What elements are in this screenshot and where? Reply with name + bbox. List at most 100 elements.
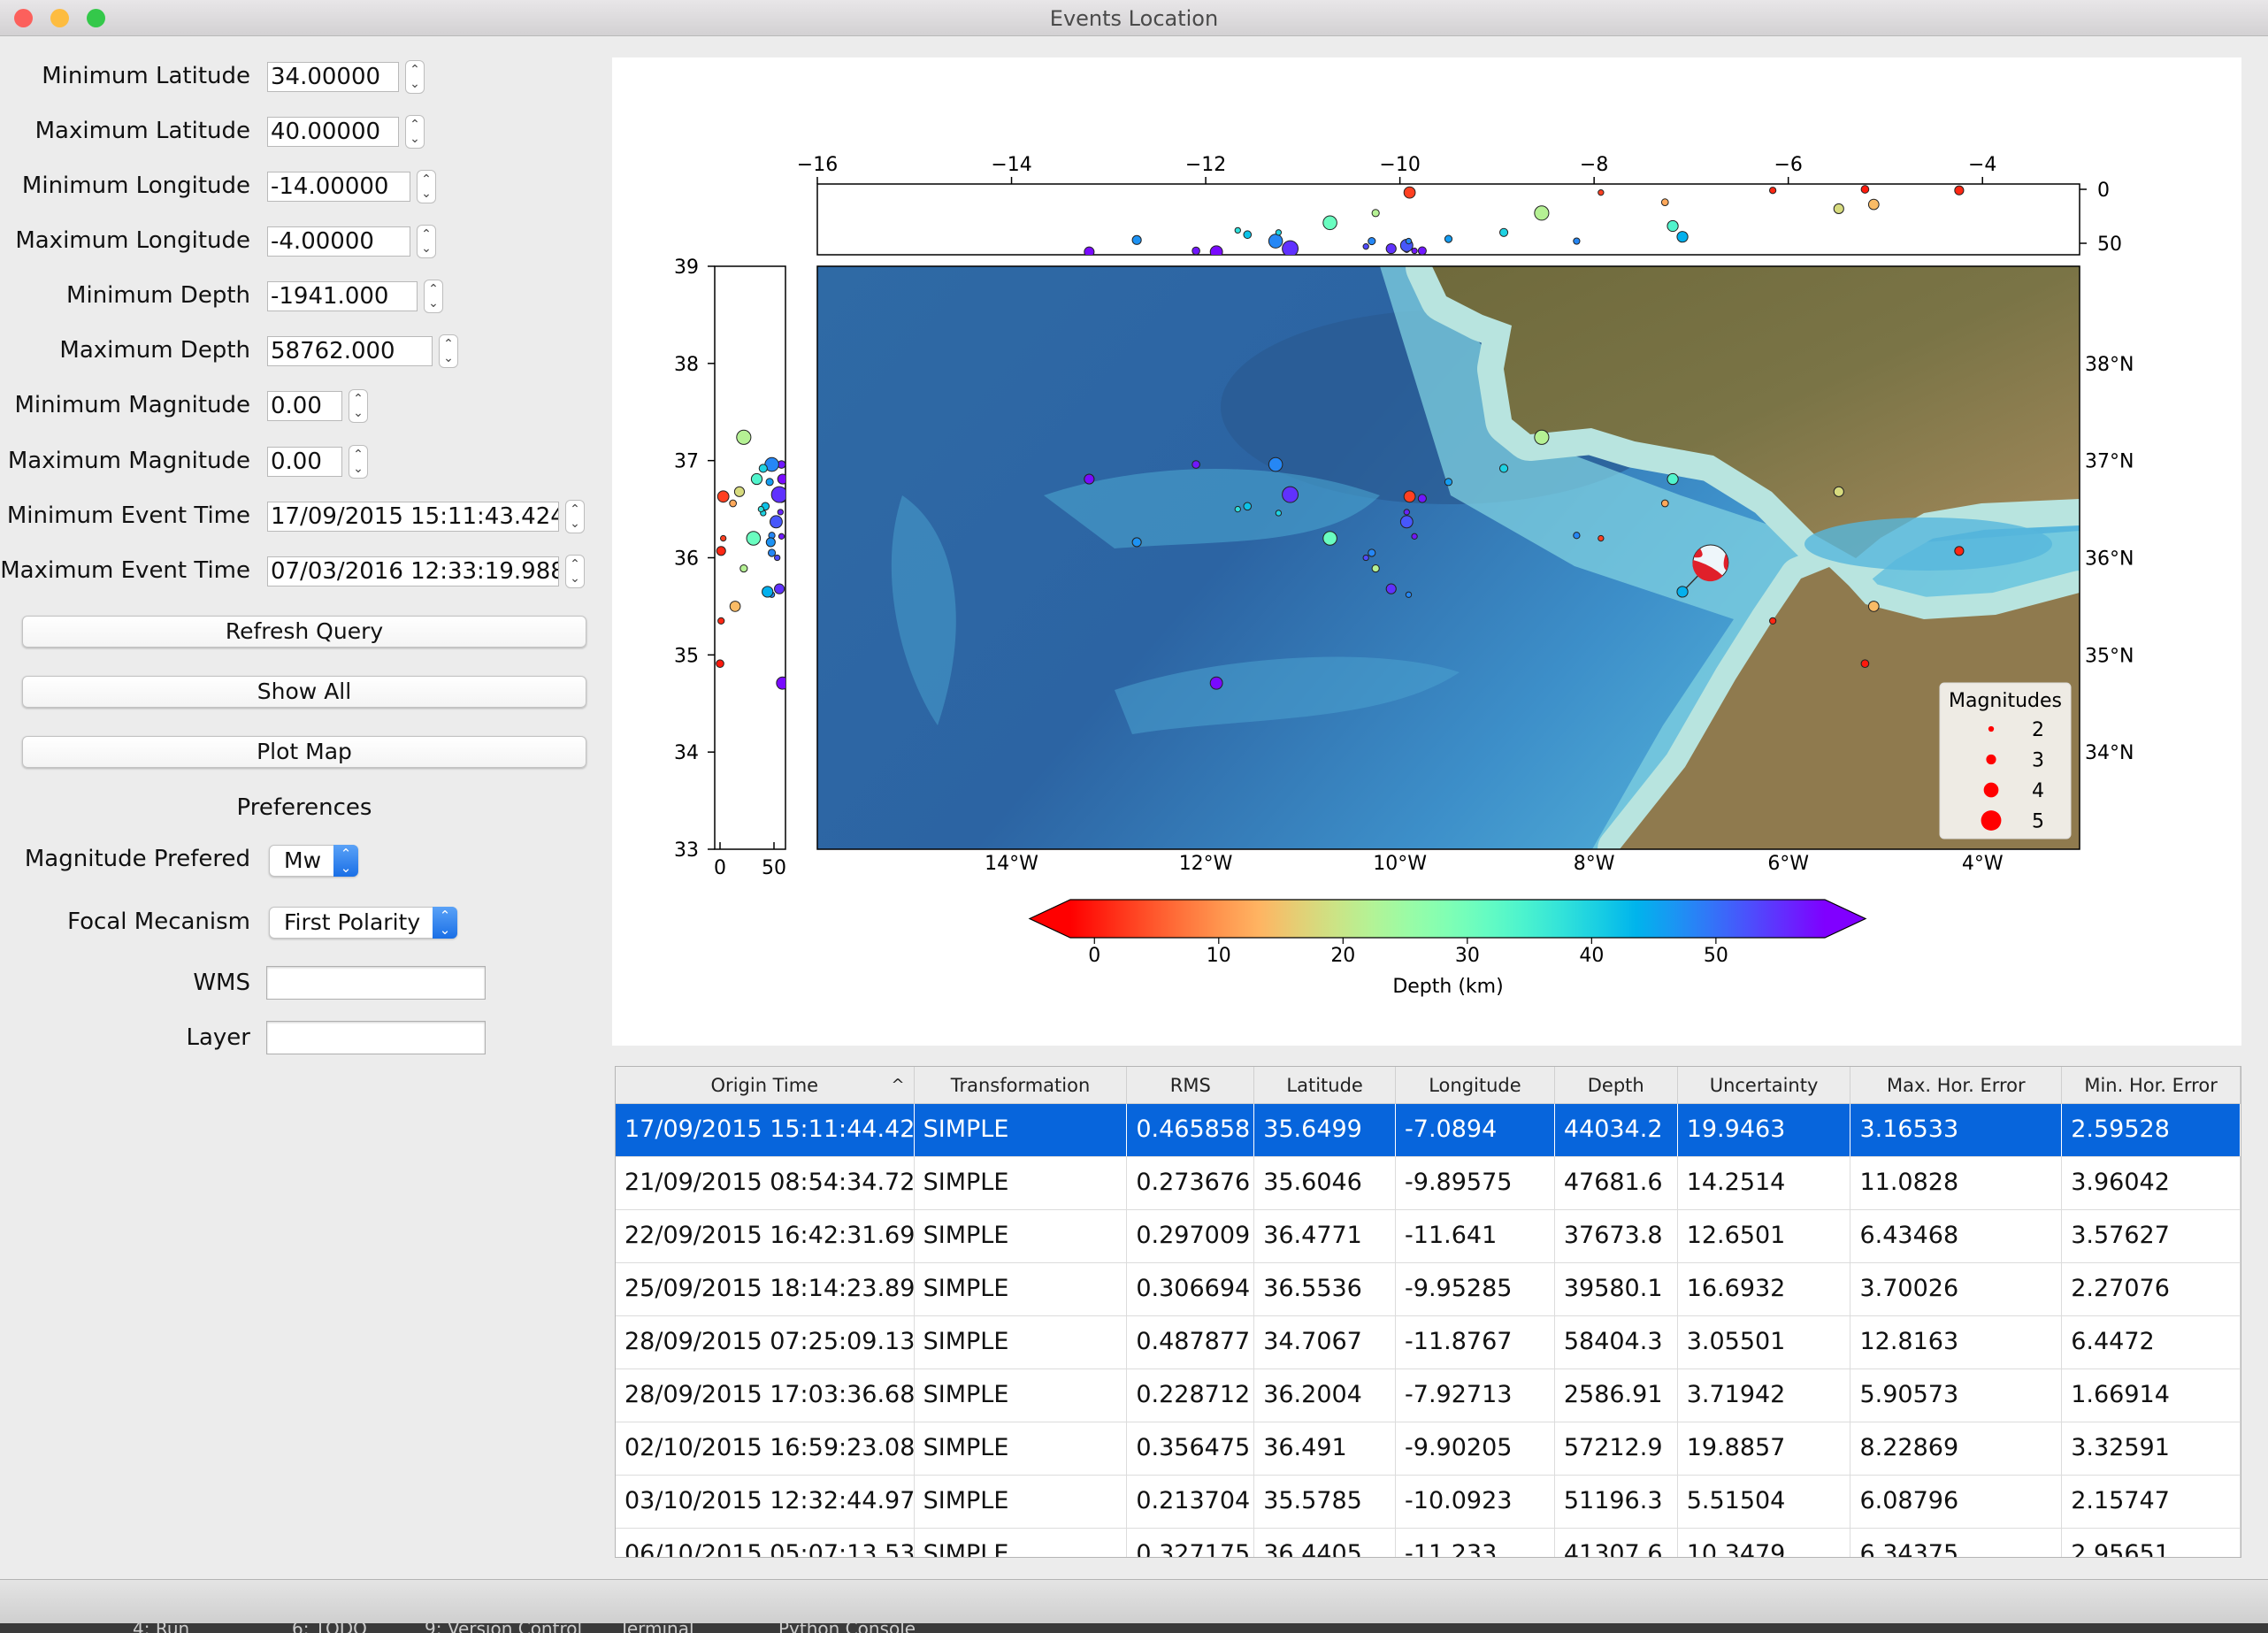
event-point[interactable] (1417, 494, 1427, 503)
toolwindow-tab[interactable]: 4: Run (133, 1623, 189, 1633)
x-tick-label: −10 (1379, 154, 1420, 176)
max-event-time-input[interactable]: 07/03/2016 12:33:19.988 (267, 556, 559, 586)
event-point[interactable] (1833, 486, 1844, 497)
event-depth-point-lat (746, 531, 762, 546)
min-latitude-input[interactable]: 34.00000 (267, 62, 399, 92)
toolwindow-tab[interactable]: 6: TODO (292, 1623, 367, 1633)
event-point[interactable] (1084, 473, 1095, 485)
event-point[interactable] (1573, 532, 1581, 540)
plot-map-button[interactable]: Plot Map (22, 736, 586, 768)
min-magnitude-stepper[interactable]: ⌃ ⌄ (349, 389, 368, 423)
table-cell: 3.70026 (1850, 1263, 2063, 1315)
column-header[interactable]: Min. Hor. Error (2062, 1067, 2241, 1103)
min-depth-input[interactable]: -1941.000 (267, 281, 418, 311)
column-header[interactable]: Max. Hor. Error (1850, 1067, 2063, 1103)
event-point[interactable] (1209, 676, 1223, 690)
event-point[interactable] (1534, 429, 1550, 445)
event-point[interactable] (1399, 515, 1414, 529)
table-row[interactable]: 21/09/2015 08:54:34.728 SIMPLE 0.273676 35.… (616, 1157, 2241, 1210)
table-cell: 12.8163 (1850, 1316, 2063, 1368)
event-point[interactable] (1322, 531, 1337, 546)
table-row[interactable]: 06/10/2015 05:07:13.538 SIMPLE 0.327175 36.… (616, 1529, 2241, 1557)
table-cell: 19.9463 (1678, 1104, 1851, 1156)
min-latitude-stepper[interactable]: ⌃ ⌄ (405, 60, 425, 94)
min-event-time-input[interactable]: 17/09/2015 15:11:43.424 (267, 502, 559, 532)
event-point[interactable] (1403, 509, 1410, 516)
table-row[interactable]: 03/10/2015 12:32:44.973 SIMPLE 0.213704 35.… (616, 1476, 2241, 1529)
max-magnitude-input[interactable]: 0.00 (267, 447, 342, 477)
table-row[interactable]: 22/09/2015 16:42:31.691 SIMPLE 0.297009 36.… (616, 1210, 2241, 1263)
event-depth-point-lat (736, 429, 752, 445)
table-cell: -10.0923 (1396, 1476, 1555, 1528)
event-point[interactable] (1282, 486, 1299, 503)
column-header[interactable]: Origin Time ^ (616, 1067, 915, 1103)
min-longitude-input[interactable]: -14.00000 (267, 172, 410, 202)
min-depth-stepper[interactable]: ⌃ ⌄ (424, 280, 443, 313)
table-row[interactable]: 25/09/2015 18:14:23.892 SIMPLE 0.306694 36.… (616, 1263, 2241, 1316)
column-header[interactable]: Latitude (1254, 1067, 1397, 1103)
event-point[interactable] (1275, 510, 1283, 517)
lat-tick-label: 36°N (2085, 548, 2134, 571)
wms-input[interactable] (266, 966, 486, 1000)
table-row[interactable]: 02/10/2015 16:59:23.081 SIMPLE 0.356475 36.… (616, 1422, 2241, 1476)
event-point[interactable] (1243, 502, 1253, 511)
max-latitude-stepper[interactable]: ⌃ ⌄ (405, 115, 425, 149)
colorbar-gradient (1070, 900, 1825, 938)
toolwindow-tab[interactable]: 9: Version Control (425, 1623, 582, 1633)
min-event-time-stepper[interactable]: ⌃ ⌄ (565, 500, 585, 533)
event-point[interactable] (1405, 591, 1413, 598)
event-point[interactable] (1598, 534, 1605, 542)
event-point[interactable] (1676, 586, 1689, 598)
event-point[interactable] (1368, 548, 1376, 557)
max-longitude-input[interactable]: -4.00000 (267, 226, 410, 257)
table-cell: 0.213704 (1127, 1476, 1255, 1528)
min-magnitude-input[interactable]: 0.00 (267, 391, 342, 421)
event-point[interactable] (1131, 537, 1142, 548)
column-header-label: Min. Hor. Error (2084, 1075, 2218, 1096)
max-longitude-stepper[interactable]: ⌃ ⌄ (417, 225, 436, 258)
event-point[interactable] (1385, 583, 1397, 594)
event-point[interactable] (1444, 478, 1453, 487)
column-header[interactable]: Transformation (915, 1067, 1128, 1103)
column-header[interactable]: Uncertainty (1678, 1067, 1851, 1103)
refresh-query-button[interactable]: Refresh Query (22, 616, 586, 648)
max-depth-input[interactable]: 58762.000 (267, 336, 433, 366)
event-point[interactable] (1191, 460, 1200, 469)
event-depth-point-lon (1667, 219, 1679, 233)
event-point[interactable] (1411, 533, 1418, 540)
table-cell: 3.71942 (1678, 1369, 1851, 1422)
event-point[interactable] (1234, 505, 1241, 513)
table-row[interactable]: 28/09/2015 17:03:36.680 SIMPLE 0.228712 36.… (616, 1369, 2241, 1422)
layer-input[interactable] (266, 1021, 486, 1054)
table-row[interactable]: 28/09/2015 07:25:09.137 SIMPLE 0.487877 34.… (616, 1316, 2241, 1369)
table-cell: 11.0828 (1850, 1157, 2063, 1209)
column-header[interactable]: Longitude (1396, 1067, 1555, 1103)
show-all-button[interactable]: Show All (22, 676, 586, 708)
event-point[interactable] (1867, 601, 1880, 612)
event-point[interactable] (1769, 617, 1777, 625)
event-point[interactable] (1660, 499, 1669, 508)
max-magnitude-stepper[interactable]: ⌃ ⌄ (349, 445, 368, 479)
focal-mecanism-select[interactable]: First Polarity ⌃ ⌄ (269, 907, 457, 939)
lat-tick-label: 39 (674, 257, 699, 279)
max-depth-stepper[interactable]: ⌃ ⌄ (439, 334, 458, 368)
toolwindow-tab[interactable]: Terminal (619, 1623, 694, 1633)
event-point[interactable] (1860, 659, 1870, 669)
event-point[interactable] (1403, 490, 1416, 503)
event-point[interactable] (1268, 456, 1283, 472)
max-latitude-input[interactable]: 40.00000 (267, 117, 399, 147)
depth-tick-label: 0 (2097, 180, 2110, 202)
event-point[interactable] (1362, 554, 1369, 562)
column-header[interactable]: Depth (1555, 1067, 1678, 1103)
event-point[interactable] (1371, 564, 1380, 573)
toolwindow-tab[interactable]: Python Console (778, 1623, 916, 1633)
event-point[interactable] (1954, 546, 1965, 556)
event-point[interactable] (1498, 464, 1509, 473)
event-point[interactable] (1667, 472, 1679, 486)
column-header[interactable]: RMS (1127, 1067, 1255, 1103)
max-event-time-stepper[interactable]: ⌃ ⌄ (565, 555, 585, 588)
events-table[interactable]: Origin Time ^ Transformation RMS Latitude Lon… (615, 1066, 2241, 1558)
min-longitude-stepper[interactable]: ⌃ ⌄ (417, 170, 436, 203)
table-row[interactable]: 17/09/2015 15:11:44.424 SIMPLE 0.465858 35.… (616, 1104, 2241, 1157)
magnitude-prefered-select[interactable]: Mw ⌃ ⌄ (269, 845, 358, 877)
